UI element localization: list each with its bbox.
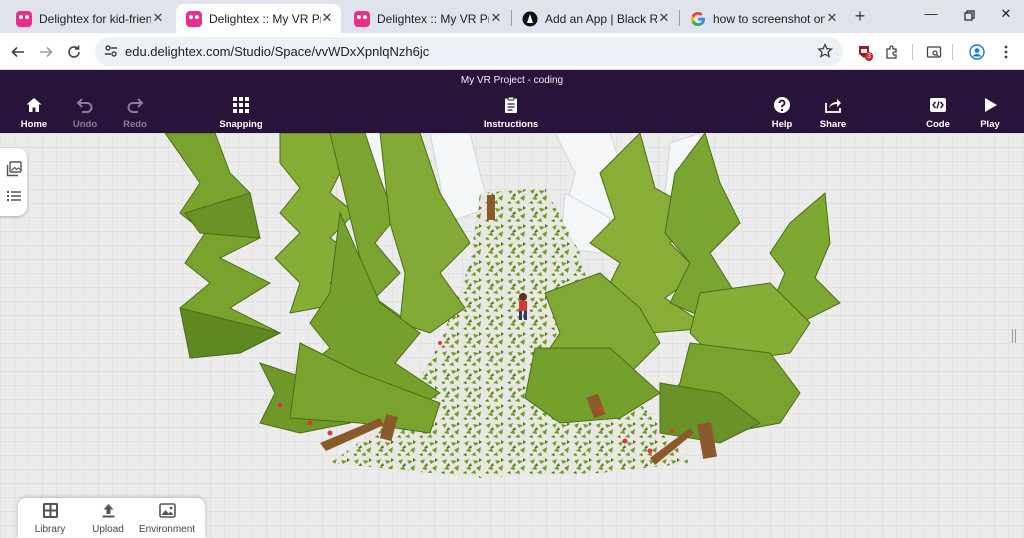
close-icon[interactable]: ✕ bbox=[656, 10, 672, 26]
back-button[interactable] bbox=[7, 41, 29, 63]
browser-tab-4[interactable]: Add an App | Black Rocket ✕ bbox=[512, 4, 678, 33]
browser-menu-icon[interactable] bbox=[995, 41, 1017, 63]
environment-icon bbox=[158, 503, 176, 518]
code-label: Code bbox=[926, 119, 950, 130]
tab-strip: Delightex for kid-friendly ✕ Delightex :… bbox=[0, 0, 1024, 33]
extension-shield-icon[interactable]: 3 bbox=[853, 41, 875, 63]
library-button[interactable]: Library bbox=[20, 502, 80, 535]
bookmark-star-icon[interactable] bbox=[816, 42, 834, 64]
home-icon bbox=[26, 98, 42, 112]
undo-icon bbox=[76, 98, 93, 113]
grid-icon bbox=[233, 97, 249, 113]
restore-button[interactable] bbox=[957, 6, 981, 26]
browser-tab-2[interactable]: Delightex :: My VR Project ✕ bbox=[176, 4, 341, 33]
close-icon[interactable]: ✕ bbox=[319, 10, 335, 26]
bottom-panel: Library Upload Environment bbox=[18, 498, 205, 538]
close-icon[interactable]: ✕ bbox=[488, 10, 504, 26]
tab-title: Delightex for kid-friendly bbox=[39, 11, 151, 26]
share-icon bbox=[825, 99, 841, 113]
close-icon[interactable]: ✕ bbox=[150, 10, 166, 26]
play-button[interactable]: Play bbox=[960, 96, 1020, 130]
close-icon[interactable]: ✕ bbox=[824, 10, 840, 26]
back-arrow-icon bbox=[11, 46, 24, 58]
tab-title: Delightex :: My VR Project bbox=[377, 11, 489, 26]
browser-tab-5[interactable]: how to screenshot on pc ✕ bbox=[680, 4, 846, 33]
delightex-icon bbox=[16, 10, 32, 27]
close-window-button[interactable]: ✕ bbox=[994, 6, 1018, 26]
code-button[interactable]: Code bbox=[908, 96, 968, 130]
extension-badge: 3 bbox=[865, 52, 873, 61]
gallery-icon[interactable] bbox=[6, 161, 22, 177]
library-icon bbox=[42, 503, 58, 518]
browser-toolbar: edu.delightex.com/Studio/Space/vvWDxXpnl… bbox=[0, 33, 1024, 70]
redo-button[interactable]: Redo bbox=[105, 96, 165, 130]
extensions-puzzle-icon[interactable] bbox=[881, 41, 903, 63]
forward-button[interactable] bbox=[35, 41, 57, 63]
redo-icon bbox=[127, 98, 144, 113]
code-icon bbox=[930, 98, 946, 112]
minimize-button[interactable]: — bbox=[919, 6, 943, 26]
tab-title: Delightex :: My VR Project bbox=[209, 11, 321, 26]
scene-viewport[interactable] bbox=[0, 133, 1024, 538]
tab-title: how to screenshot on pc bbox=[713, 11, 825, 26]
project-title: My VR Project - coding bbox=[460, 75, 564, 86]
forward-arrow-icon bbox=[40, 46, 53, 58]
address-bar[interactable]: edu.delightex.com/Studio/Space/vvWDxXpnl… bbox=[95, 37, 843, 66]
snapping-label: Snapping bbox=[219, 119, 263, 130]
tab-title: Add an App | Black Rocket bbox=[545, 11, 657, 26]
library-label: Library bbox=[34, 524, 66, 535]
help-label: Help bbox=[771, 119, 793, 130]
browser-tab-3[interactable]: Delightex :: My VR Project ✕ bbox=[344, 4, 510, 33]
toolbar-separator bbox=[912, 44, 913, 60]
forest-scene bbox=[0, 133, 1024, 538]
browser-tab-1[interactable]: Delightex for kid-friendly ✕ bbox=[6, 4, 172, 33]
black-rocket-icon bbox=[522, 11, 538, 27]
reload-button[interactable] bbox=[63, 41, 85, 63]
profile-avatar-icon[interactable] bbox=[966, 41, 988, 63]
help-icon bbox=[774, 97, 790, 113]
google-icon bbox=[690, 11, 706, 27]
share-label: Share bbox=[819, 119, 847, 130]
play-icon bbox=[985, 98, 997, 112]
resize-handle-icon[interactable] bbox=[1011, 328, 1017, 344]
tab-search-icon[interactable] bbox=[923, 41, 945, 63]
delightex-icon bbox=[186, 10, 202, 27]
new-tab-button[interactable]: + bbox=[850, 6, 870, 26]
site-info-icon[interactable] bbox=[103, 43, 119, 64]
upload-icon bbox=[102, 504, 114, 518]
side-panel bbox=[0, 148, 27, 216]
environment-button[interactable]: Environment bbox=[137, 502, 197, 535]
environment-label: Environment bbox=[138, 524, 196, 535]
play-label: Play bbox=[980, 119, 1000, 130]
upload-button[interactable]: Upload bbox=[78, 502, 138, 535]
instructions-label: Instructions bbox=[483, 119, 539, 130]
clipboard-icon bbox=[505, 96, 517, 113]
upload-label: Upload bbox=[92, 524, 124, 535]
app-header: My VR Project - coding Home Undo Redo Sn… bbox=[0, 70, 1024, 133]
delightex-icon bbox=[354, 10, 370, 27]
undo-label: Undo bbox=[72, 119, 98, 130]
home-label: Home bbox=[20, 119, 48, 130]
url-text[interactable]: edu.delightex.com/Studio/Space/vvWDxXpnl… bbox=[125, 44, 429, 59]
instructions-button[interactable]: Instructions bbox=[481, 96, 541, 130]
toolbar-separator bbox=[952, 44, 953, 60]
share-button[interactable]: Share bbox=[803, 96, 863, 130]
list-icon[interactable] bbox=[6, 188, 22, 204]
snapping-button[interactable]: Snapping bbox=[211, 96, 271, 130]
redo-label: Redo bbox=[123, 119, 147, 130]
reload-icon bbox=[68, 45, 80, 58]
